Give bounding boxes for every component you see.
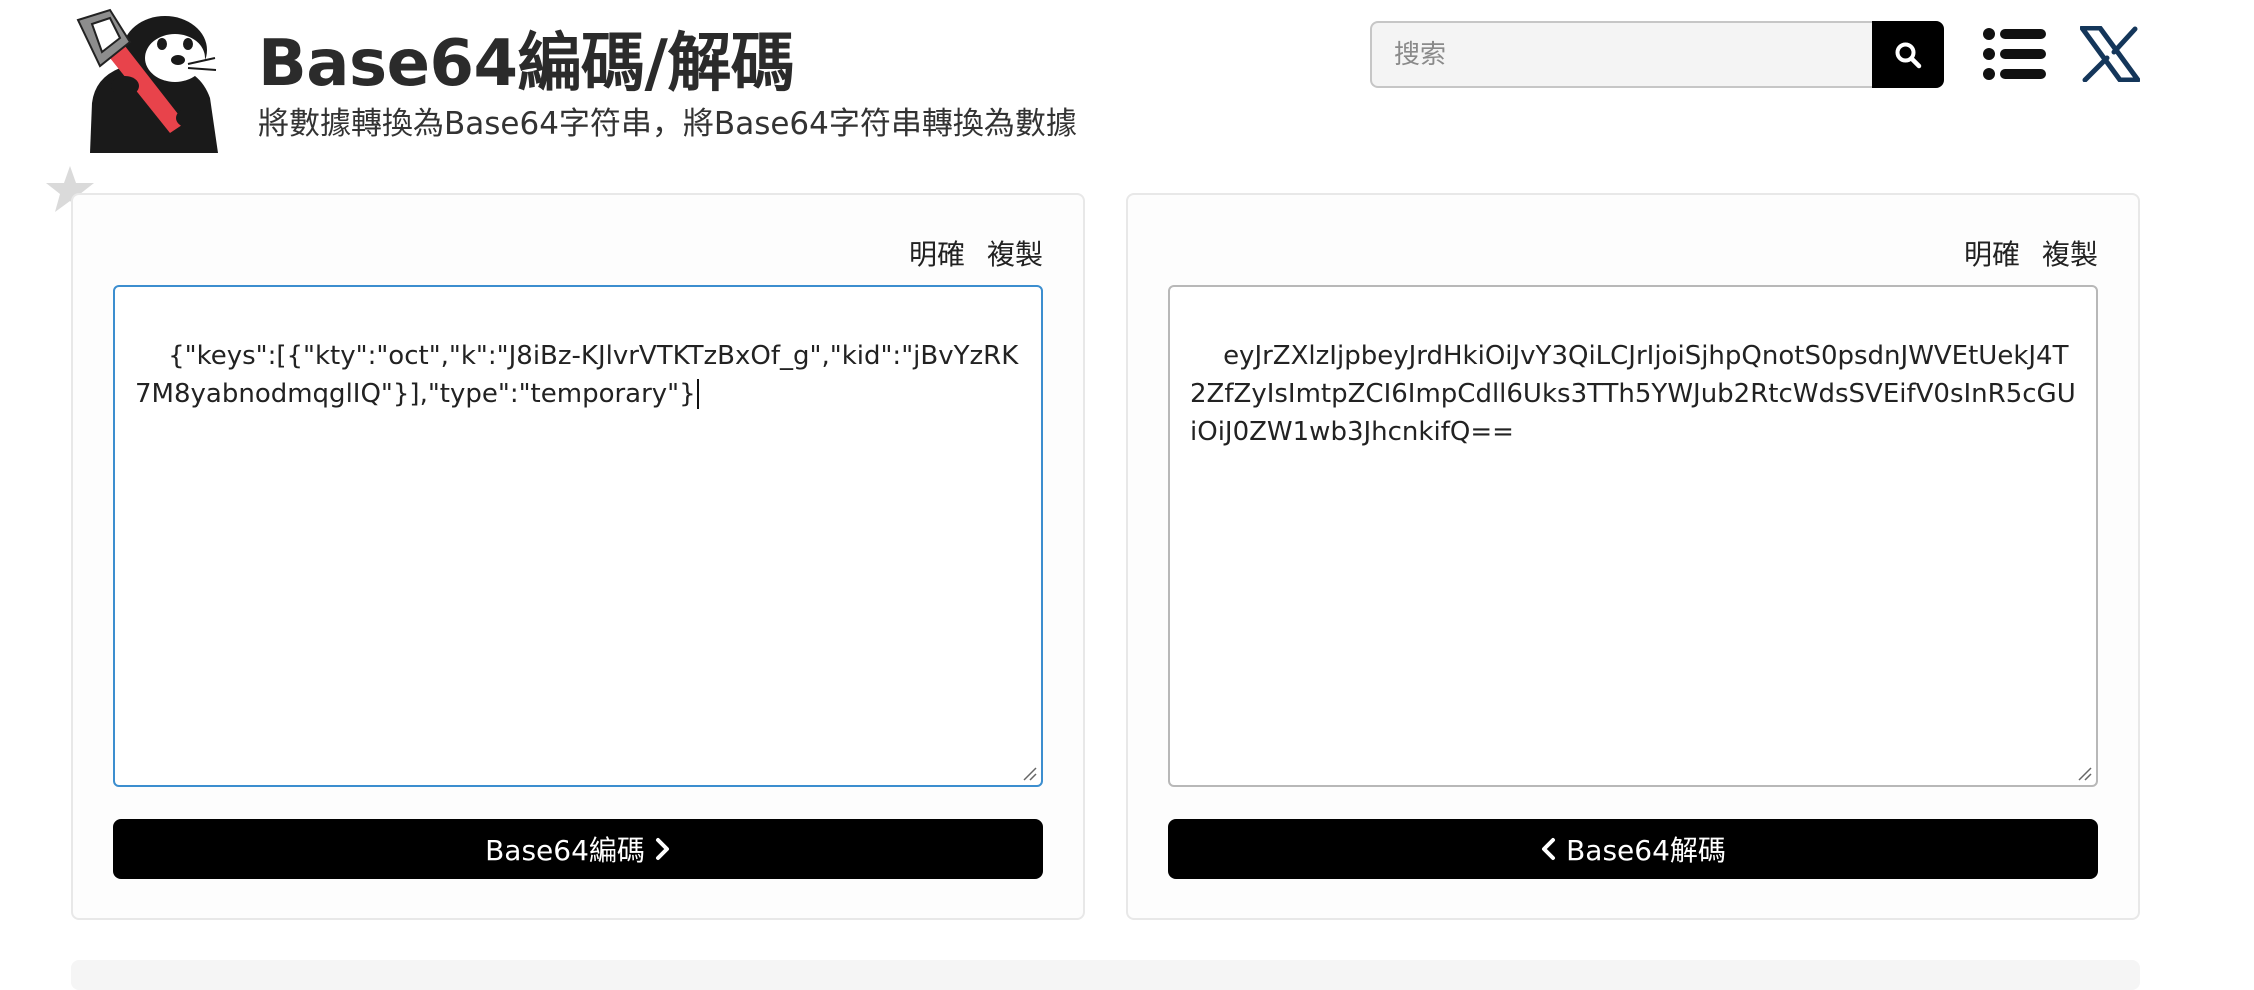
decode-button-label: Base64解碼 — [1566, 834, 1726, 867]
base64-encode-button[interactable]: Base64編碼 — [113, 819, 1043, 879]
chevron-right-icon — [655, 838, 669, 860]
base64-decode-button[interactable]: Base64解碼 — [1168, 819, 2098, 879]
clear-button[interactable]: 明確 — [909, 233, 965, 273]
copy-button[interactable]: 複製 — [2042, 233, 2098, 273]
clear-button[interactable]: 明確 — [1964, 233, 2020, 273]
decode-panel-actions: 明確 複製 — [1964, 233, 2098, 273]
search-button[interactable] — [1872, 21, 1944, 88]
text-cursor — [696, 379, 699, 409]
decode-output-text: eyJrZXlzIjpbeyJrdHkiOiJvY3QiLCJrIjoiSjhp… — [1190, 341, 2076, 447]
list-menu-icon[interactable] — [1982, 26, 2046, 82]
encode-input-text: {"keys":[{"kty":"oct","k":"J8iBz-KJlvrVT… — [135, 341, 1019, 409]
page-title: Base64編碼/解碼 — [258, 27, 795, 101]
decode-output-textarea[interactable]: eyJrZXlzIjpbeyJrdHkiOiJvY3QiLCJrIjoiSjhp… — [1168, 285, 2098, 787]
search-bar — [1370, 21, 1944, 88]
chevron-left-icon — [1542, 838, 1556, 860]
encode-panel-actions: 明確 複製 — [909, 233, 1043, 273]
copy-button[interactable]: 複製 — [987, 233, 1043, 273]
resize-handle-icon[interactable] — [2076, 765, 2092, 781]
encode-button-label: Base64編碼 — [485, 834, 645, 867]
resize-handle-icon[interactable] — [1021, 765, 1037, 781]
search-input[interactable] — [1370, 21, 1873, 88]
encode-panel: 明確 複製 {"keys":[{"kty":"oct","k":"J8iBz-K… — [71, 193, 1085, 920]
search-icon — [1895, 42, 1922, 68]
x-logo-icon[interactable] — [2080, 26, 2140, 82]
decode-panel: 明確 複製 eyJrZXlzIjpbeyJrdHkiOiJvY3QiLCJrIj… — [1126, 193, 2140, 920]
page-subtitle: 將數據轉換為Base64字符串，將Base64字符串轉換為數據 — [258, 106, 1077, 142]
content-section-edge — [71, 960, 2140, 990]
encode-input-textarea[interactable]: {"keys":[{"kty":"oct","k":"J8iBz-KJlvrVT… — [113, 285, 1043, 787]
otter-logo — [76, 8, 218, 153]
